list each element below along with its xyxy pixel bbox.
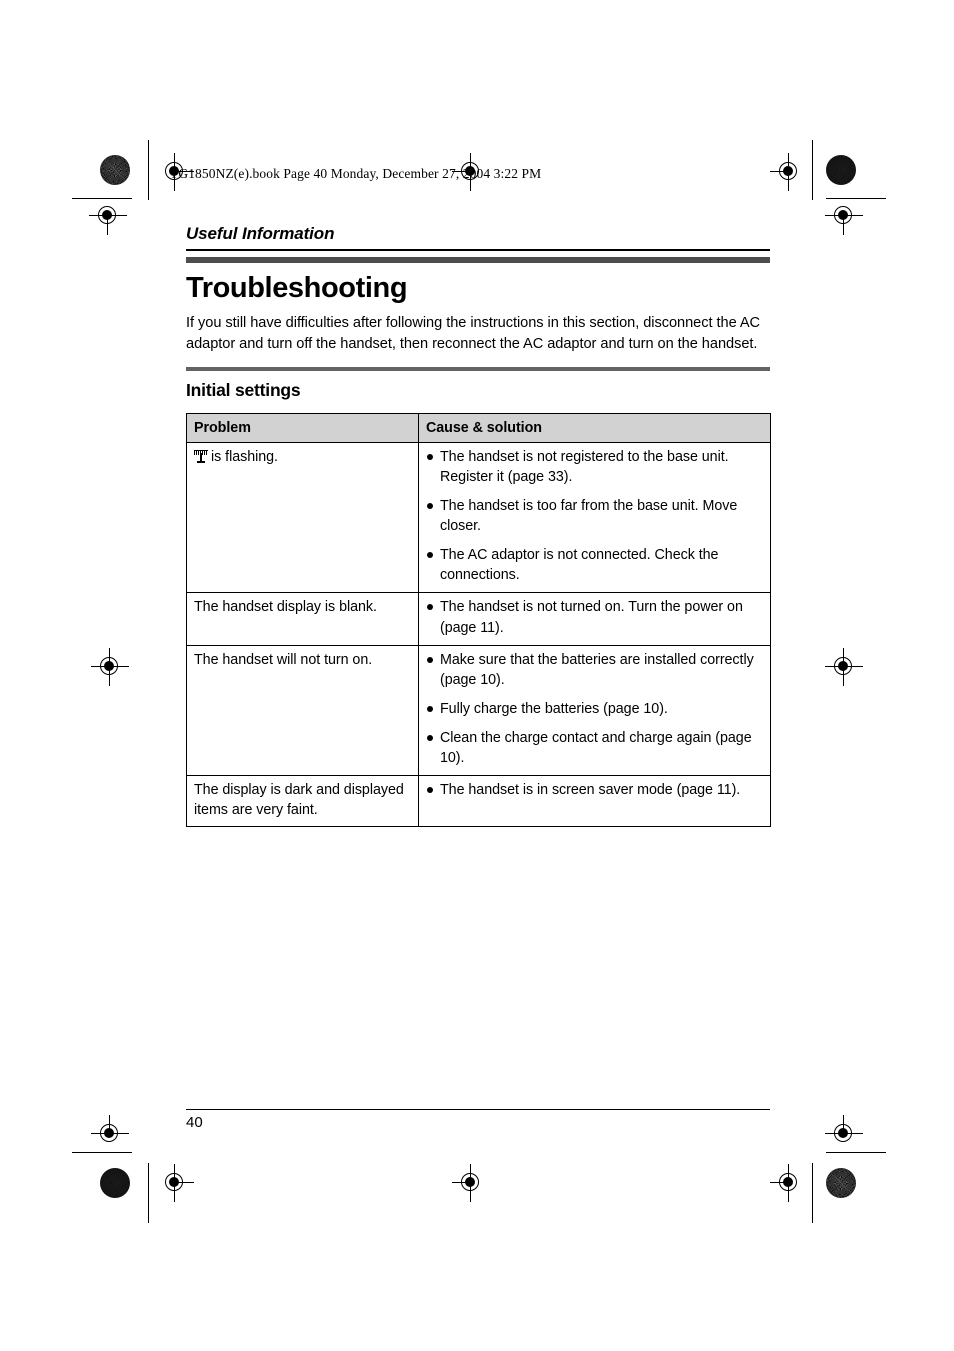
- cause-cell: The handset is in screen saver mode (pag…: [418, 774, 771, 827]
- registration-mark-bottom-left: [156, 1164, 194, 1202]
- problem-cell: The display is dark and displayed items …: [186, 774, 419, 827]
- column-header-cause: Cause & solution: [418, 413, 771, 444]
- list-item: The handset is not registered to the bas…: [426, 447, 763, 487]
- column-header-problem: Problem: [186, 413, 419, 444]
- registration-mark-right-middle: [825, 648, 863, 686]
- trim-line-top-left-vertical: [148, 140, 150, 200]
- trim-line-bottom-right-vertical: [812, 1163, 814, 1223]
- registration-mark-right-upper: [825, 197, 863, 235]
- intro-paragraph: If you still have difficulties after fol…: [186, 314, 761, 352]
- trim-line-bottom-left-vertical: [148, 1163, 150, 1223]
- halftone-density-patch-top-left: [100, 155, 130, 185]
- cause-list: The handset is not registered to the bas…: [426, 447, 763, 585]
- problem-cell: The handset display is blank.: [186, 592, 419, 646]
- trim-line-lower-right-horizontal: [826, 1152, 886, 1154]
- registration-mark-right-lower: [825, 1115, 863, 1153]
- list-item: Clean the charge contact and charge agai…: [426, 728, 763, 768]
- registration-mark-left-middle: [91, 648, 129, 686]
- halftone-density-patch-bottom-right: [826, 1168, 856, 1198]
- table-row: The display is dark and displayed items …: [186, 774, 771, 827]
- subsection-title: Initial settings: [186, 380, 301, 401]
- troubleshooting-table: Problem Cause & solution is flashing. Th…: [186, 413, 771, 827]
- list-item: The AC adaptor is not connected. Check t…: [426, 545, 763, 585]
- problem-text: is flashing.: [211, 449, 278, 466]
- footer-rule: [186, 1109, 770, 1111]
- antenna-icon: [194, 449, 208, 463]
- table-header-row: Problem Cause & solution: [186, 413, 771, 444]
- registration-mark-left-upper: [89, 197, 127, 235]
- table-row: The handset will not turn on. Make sure …: [186, 644, 771, 776]
- problem-cell: The handset will not turn on.: [186, 644, 419, 776]
- cause-cell: Make sure that the batteries are install…: [418, 644, 771, 776]
- list-item: The handset is not turned on. Turn the p…: [426, 597, 763, 637]
- cause-list: The handset is not turned on. Turn the p…: [426, 597, 763, 637]
- section-kicker: Useful Information: [186, 224, 335, 243]
- title-bar: [186, 256, 770, 263]
- problem-cell: is flashing.: [186, 442, 419, 594]
- trim-line-top-right-vertical: [812, 140, 814, 200]
- subsection-bar: [186, 367, 770, 372]
- cause-cell: The handset is not registered to the bas…: [418, 442, 771, 594]
- halftone-density-patch-bottom-left: [100, 1168, 130, 1198]
- page-number: 40: [186, 1114, 203, 1131]
- registration-mark-bottom-right: [770, 1164, 808, 1202]
- page-content: Useful Information Troubleshooting If yo…: [186, 224, 771, 827]
- table-body: is flashing. The handset is not register…: [186, 442, 771, 827]
- list-item: The handset is in screen saver mode (pag…: [426, 780, 763, 800]
- list-item: Make sure that the batteries are install…: [426, 650, 763, 690]
- registration-mark-left-lower: [91, 1115, 129, 1153]
- table-row: is flashing. The handset is not register…: [186, 442, 771, 594]
- book-file-header: TG1850NZ(e).book Page 40 Monday, Decembe…: [170, 166, 542, 181]
- cause-list: Make sure that the batteries are install…: [426, 650, 763, 768]
- list-item: Fully charge the batteries (page 10).: [426, 699, 763, 719]
- halftone-density-patch-top-right: [826, 155, 856, 185]
- table-row: The handset display is blank. The handse…: [186, 592, 771, 646]
- kicker-rule: [186, 249, 770, 251]
- cause-cell: The handset is not turned on. Turn the p…: [418, 592, 771, 646]
- registration-mark-bottom-center: [452, 1164, 490, 1202]
- trim-line-lower-left-horizontal: [72, 1152, 132, 1154]
- list-item: The handset is too far from the base uni…: [426, 496, 763, 536]
- cause-list: The handset is in screen saver mode (pag…: [426, 780, 763, 800]
- page-title: Troubleshooting: [186, 271, 408, 304]
- registration-mark-top-right: [770, 153, 808, 191]
